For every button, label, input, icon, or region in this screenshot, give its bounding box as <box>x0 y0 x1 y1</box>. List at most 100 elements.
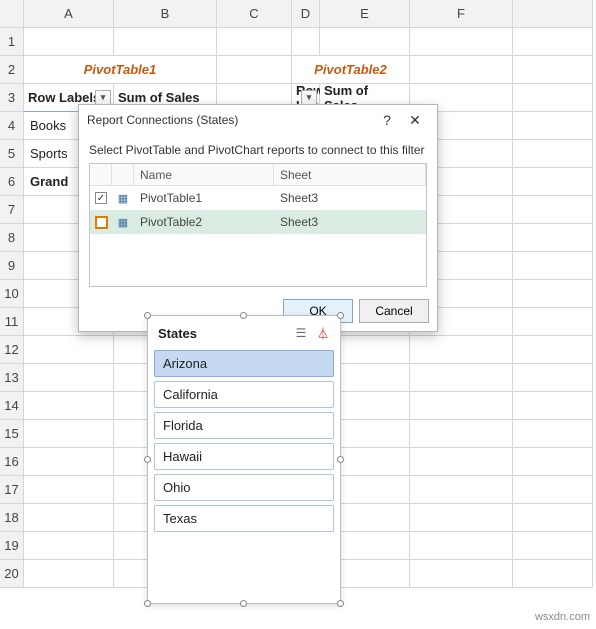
resize-handle[interactable] <box>144 600 151 607</box>
cell[interactable] <box>513 476 593 504</box>
cell[interactable] <box>410 420 513 448</box>
cell[interactable] <box>24 420 114 448</box>
cell[interactable] <box>24 532 114 560</box>
slicer-item[interactable]: Ohio <box>154 474 334 501</box>
col-header[interactable]: F <box>410 0 513 28</box>
cell[interactable] <box>513 280 593 308</box>
row-header[interactable]: 12 <box>0 336 24 364</box>
resize-handle[interactable] <box>144 312 151 319</box>
multi-select-icon[interactable]: ☰ <box>290 326 312 340</box>
cell[interactable] <box>410 392 513 420</box>
row-header[interactable]: 10 <box>0 280 24 308</box>
cell[interactable] <box>513 168 593 196</box>
cell[interactable] <box>513 308 593 336</box>
checkbox-icon[interactable]: ✓ <box>95 192 107 204</box>
cell[interactable] <box>410 448 513 476</box>
row-header[interactable]: 11 <box>0 308 24 336</box>
cancel-button[interactable]: Cancel <box>359 299 429 323</box>
dialog-titlebar[interactable]: Report Connections (States) ? ✕ <box>79 105 437 135</box>
resize-handle[interactable] <box>144 456 151 463</box>
row-header[interactable]: 15 <box>0 420 24 448</box>
checkbox-icon[interactable] <box>95 216 108 229</box>
row-header[interactable]: 1 <box>0 28 24 56</box>
row-header[interactable]: 2 <box>0 56 24 84</box>
cell[interactable] <box>410 28 513 56</box>
slicer-item[interactable]: Texas <box>154 505 334 532</box>
dialog-list-row[interactable]: ✓ ▦ PivotTable1 Sheet3 <box>90 186 426 210</box>
col-name: Name <box>134 164 274 185</box>
cell[interactable] <box>24 336 114 364</box>
cell[interactable] <box>513 28 593 56</box>
slicer-item[interactable]: Florida <box>154 412 334 439</box>
row-header[interactable]: 18 <box>0 504 24 532</box>
pivot1-title: PivotTable1 <box>24 56 217 84</box>
cell[interactable] <box>513 224 593 252</box>
cell[interactable] <box>292 28 320 56</box>
cell[interactable] <box>24 392 114 420</box>
resize-handle[interactable] <box>337 600 344 607</box>
resize-handle[interactable] <box>337 456 344 463</box>
cell[interactable] <box>410 56 513 84</box>
row-header[interactable]: 13 <box>0 364 24 392</box>
cell[interactable] <box>513 56 593 84</box>
cell[interactable] <box>513 252 593 280</box>
row-header[interactable]: 5 <box>0 140 24 168</box>
col-header[interactable]: A <box>24 0 114 28</box>
row-header[interactable]: 3 <box>0 84 24 112</box>
slicer-item[interactable]: Hawaii <box>154 443 334 470</box>
dialog-list-header: Name Sheet <box>90 164 426 186</box>
cell[interactable] <box>410 560 513 588</box>
cell[interactable] <box>410 336 513 364</box>
cell[interactable] <box>513 336 593 364</box>
cell[interactable] <box>24 504 114 532</box>
cell[interactable] <box>513 504 593 532</box>
cell[interactable] <box>513 420 593 448</box>
cell[interactable] <box>24 448 114 476</box>
cell[interactable] <box>513 560 593 588</box>
cell[interactable] <box>114 28 217 56</box>
row-header[interactable]: 20 <box>0 560 24 588</box>
cell[interactable] <box>24 476 114 504</box>
resize-handle[interactable] <box>240 600 247 607</box>
slicer-item[interactable]: California <box>154 381 334 408</box>
dialog-list-row[interactable]: ▦ PivotTable2 Sheet3 <box>90 210 426 234</box>
cell[interactable] <box>410 504 513 532</box>
cell[interactable] <box>24 364 114 392</box>
col-header[interactable]: C <box>217 0 292 28</box>
help-icon[interactable]: ? <box>373 112 401 128</box>
cell[interactable] <box>513 364 593 392</box>
cell[interactable] <box>513 112 593 140</box>
resize-handle[interactable] <box>240 312 247 319</box>
col-header[interactable]: D <box>292 0 320 28</box>
cell[interactable] <box>513 532 593 560</box>
row-header[interactable]: 17 <box>0 476 24 504</box>
col-header[interactable]: B <box>114 0 217 28</box>
cell[interactable] <box>513 392 593 420</box>
states-slicer[interactable]: States ☰ ⏃ Arizona California Florida Ha… <box>147 315 341 604</box>
cell[interactable] <box>320 28 410 56</box>
cell[interactable] <box>410 364 513 392</box>
cell[interactable] <box>513 140 593 168</box>
row-header[interactable]: 16 <box>0 448 24 476</box>
cell[interactable] <box>513 196 593 224</box>
cell[interactable] <box>410 532 513 560</box>
close-icon[interactable]: ✕ <box>401 112 429 129</box>
cell[interactable] <box>513 84 593 112</box>
row-header[interactable]: 8 <box>0 224 24 252</box>
row-header[interactable]: 6 <box>0 168 24 196</box>
cell[interactable] <box>24 560 114 588</box>
cell[interactable] <box>410 476 513 504</box>
cell[interactable] <box>513 448 593 476</box>
cell[interactable] <box>24 28 114 56</box>
resize-handle[interactable] <box>337 312 344 319</box>
slicer-item[interactable]: Arizona <box>154 350 334 377</box>
row-header[interactable]: 7 <box>0 196 24 224</box>
row-header[interactable]: 19 <box>0 532 24 560</box>
clear-filter-icon[interactable]: ⏃ <box>312 325 334 342</box>
col-header[interactable]: E <box>320 0 410 28</box>
cell[interactable] <box>217 56 292 84</box>
row-header[interactable]: 9 <box>0 252 24 280</box>
cell[interactable] <box>217 28 292 56</box>
row-header[interactable]: 4 <box>0 112 24 140</box>
row-header[interactable]: 14 <box>0 392 24 420</box>
